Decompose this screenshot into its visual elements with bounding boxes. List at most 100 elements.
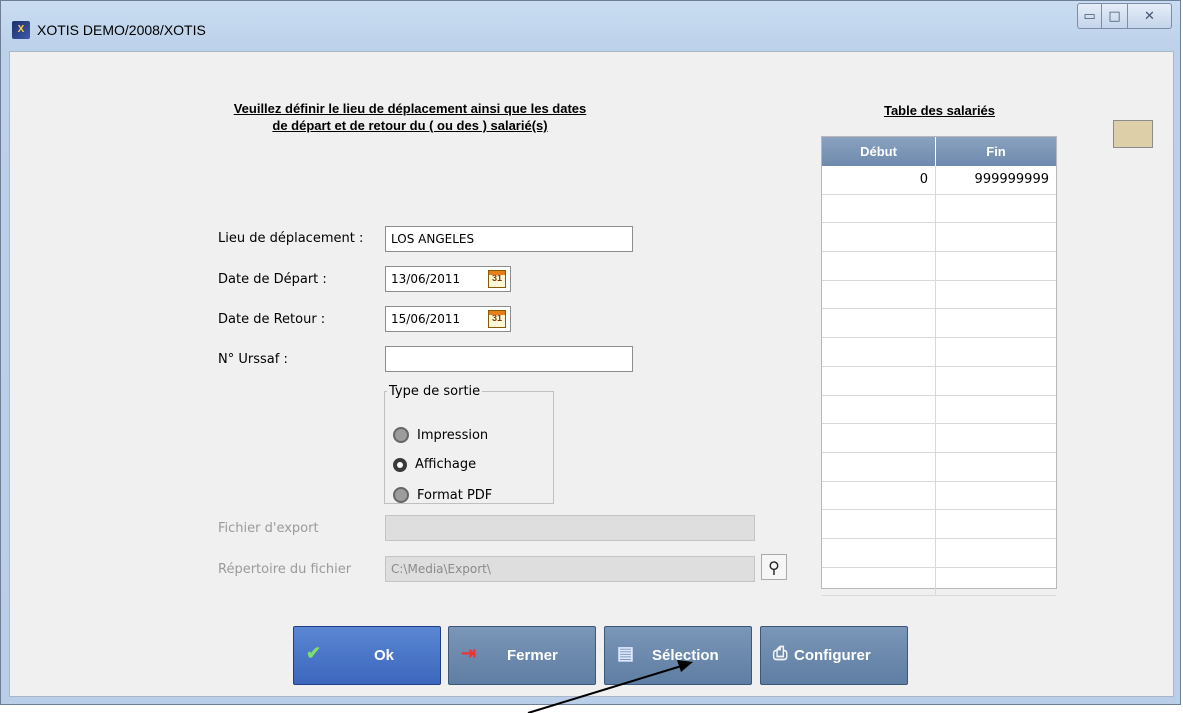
color-swatch[interactable]: [1113, 120, 1153, 148]
close-button[interactable]: ✕: [1128, 3, 1172, 29]
cell-debut[interactable]: [822, 538, 936, 567]
table-header: Début Fin: [822, 137, 1056, 166]
window-title: XOTIS DEMO/2008/XOTIS: [37, 22, 206, 38]
table-row[interactable]: [822, 481, 1056, 511]
cell-fin[interactable]: [936, 482, 1056, 510]
fermer-label: Fermer: [507, 647, 558, 664]
table-row[interactable]: [822, 280, 1056, 310]
table-title: Table des salariés: [883, 103, 996, 118]
radio-impression[interactable]: Impression: [393, 427, 488, 443]
radio-pdf[interactable]: Format PDF: [393, 487, 492, 503]
exit-door-icon: ⇥: [461, 643, 477, 663]
retour-date-value: 15/06/2011: [391, 312, 461, 326]
cell-debut[interactable]: [822, 194, 936, 223]
radio-icon[interactable]: [393, 427, 409, 443]
title-bar[interactable]: X XOTIS DEMO/2008/XOTIS ▭ □ ✕: [1, 1, 1180, 51]
selection-label: Sélection: [652, 647, 719, 664]
output-type-legend: Type de sortie: [389, 384, 481, 399]
table-row[interactable]: [822, 395, 1056, 425]
lieu-label: Lieu de déplacement :: [218, 231, 364, 246]
depart-date-input[interactable]: 13/06/2011 31: [385, 266, 511, 292]
window-controls: ▭ □ ✕: [1077, 3, 1172, 29]
table-row[interactable]: [822, 252, 1056, 281]
column-header-debut[interactable]: Début: [822, 137, 936, 166]
cell-fin[interactable]: [936, 539, 1056, 567]
cell-fin[interactable]: [936, 195, 1056, 223]
form-heading: Veuillez définir le lieu de déplacement …: [150, 100, 670, 134]
radio-checked-icon[interactable]: [393, 457, 407, 472]
lieu-input[interactable]: LOS ANGELES: [385, 226, 633, 252]
cell-debut[interactable]: [822, 366, 936, 395]
urssaf-input[interactable]: [385, 346, 633, 372]
repertoire-label: Répertoire du fichier: [218, 562, 352, 577]
export-label: Fichier d'export: [218, 521, 319, 536]
radio-affichage[interactable]: Affichage: [393, 457, 476, 472]
selection-button[interactable]: ▤ Sélection: [604, 626, 752, 685]
cell-debut[interactable]: [822, 395, 936, 424]
radio-label-pdf: Format PDF: [417, 487, 493, 503]
radio-label-impression: Impression: [417, 427, 489, 443]
cell-fin[interactable]: [936, 510, 1056, 538]
calendar-icon[interactable]: 31: [488, 310, 506, 328]
calendar-icon[interactable]: 31: [488, 270, 506, 288]
form-heading-line2: de départ et de retour du ( ou des ) sal…: [272, 118, 548, 133]
app-logo-icon: X: [12, 21, 30, 39]
table-row[interactable]: [822, 424, 1056, 453]
table-row[interactable]: [822, 567, 1056, 597]
fermer-button[interactable]: ⇥ Fermer: [448, 626, 596, 685]
cell-fin[interactable]: [936, 396, 1056, 424]
cell-fin[interactable]: [936, 367, 1056, 395]
radio-label-affichage: Affichage: [415, 457, 477, 472]
cell-debut[interactable]: [822, 223, 936, 252]
cell-debut[interactable]: [822, 424, 936, 452]
depart-date-value: 13/06/2011: [391, 272, 461, 286]
ok-button[interactable]: ✔ Ok: [293, 626, 441, 685]
list-icon: ▤: [617, 643, 635, 663]
minimize-button[interactable]: ▭: [1077, 3, 1102, 29]
cell-fin[interactable]: [936, 424, 1056, 452]
depart-label: Date de Départ :: [218, 272, 327, 287]
column-header-fin[interactable]: Fin: [936, 137, 1056, 166]
cell-debut[interactable]: [822, 510, 936, 538]
table-row[interactable]: [822, 452, 1056, 482]
configurer-button[interactable]: ⎙ Configurer: [760, 626, 908, 685]
table-row[interactable]: [822, 194, 1056, 224]
retour-label: Date de Retour :: [218, 312, 326, 327]
cell-fin[interactable]: [936, 338, 1056, 366]
maximize-button[interactable]: □: [1102, 3, 1128, 29]
cell-fin[interactable]: 999999999: [936, 166, 1056, 194]
cell-debut[interactable]: [822, 452, 936, 481]
cell-debut[interactable]: [822, 481, 936, 510]
table-row[interactable]: [822, 309, 1056, 339]
cell-fin[interactable]: [936, 453, 1056, 481]
cell-debut[interactable]: [822, 280, 936, 309]
cell-debut[interactable]: [822, 309, 936, 338]
table-row[interactable]: [822, 510, 1056, 539]
form-heading-line1: Veuillez définir le lieu de déplacement …: [233, 101, 587, 116]
cell-debut[interactable]: [822, 252, 936, 280]
cell-fin[interactable]: [936, 309, 1056, 337]
cell-fin[interactable]: [936, 281, 1056, 309]
cell-fin[interactable]: [936, 568, 1056, 596]
ok-label: Ok: [374, 647, 395, 664]
table-row[interactable]: [822, 223, 1056, 253]
output-type-group: Type de sortie Impression Affichage Form…: [384, 384, 554, 504]
employee-table[interactable]: Début Fin 0 999999999: [821, 136, 1057, 597]
cell-fin[interactable]: [936, 252, 1056, 280]
cell-debut[interactable]: 0: [822, 166, 936, 194]
cell-fin[interactable]: [936, 223, 1056, 251]
urssaf-label: N° Urssaf :: [218, 352, 288, 367]
export-file-input: [385, 515, 755, 541]
cell-debut[interactable]: [822, 567, 936, 596]
table-row[interactable]: 0 999999999: [822, 166, 1056, 195]
browse-search-icon[interactable]: ⚲: [761, 554, 787, 580]
printer-icon: ⎙: [773, 643, 788, 663]
retour-date-input[interactable]: 15/06/2011 31: [385, 306, 511, 332]
table-row[interactable]: [822, 538, 1056, 568]
table-row[interactable]: [822, 366, 1056, 396]
radio-icon[interactable]: [393, 487, 409, 503]
table-row[interactable]: [822, 338, 1056, 367]
configurer-label: Configurer: [794, 647, 871, 664]
cell-debut[interactable]: [822, 338, 936, 366]
repertoire-input: C:\Media\Export\: [385, 556, 755, 582]
